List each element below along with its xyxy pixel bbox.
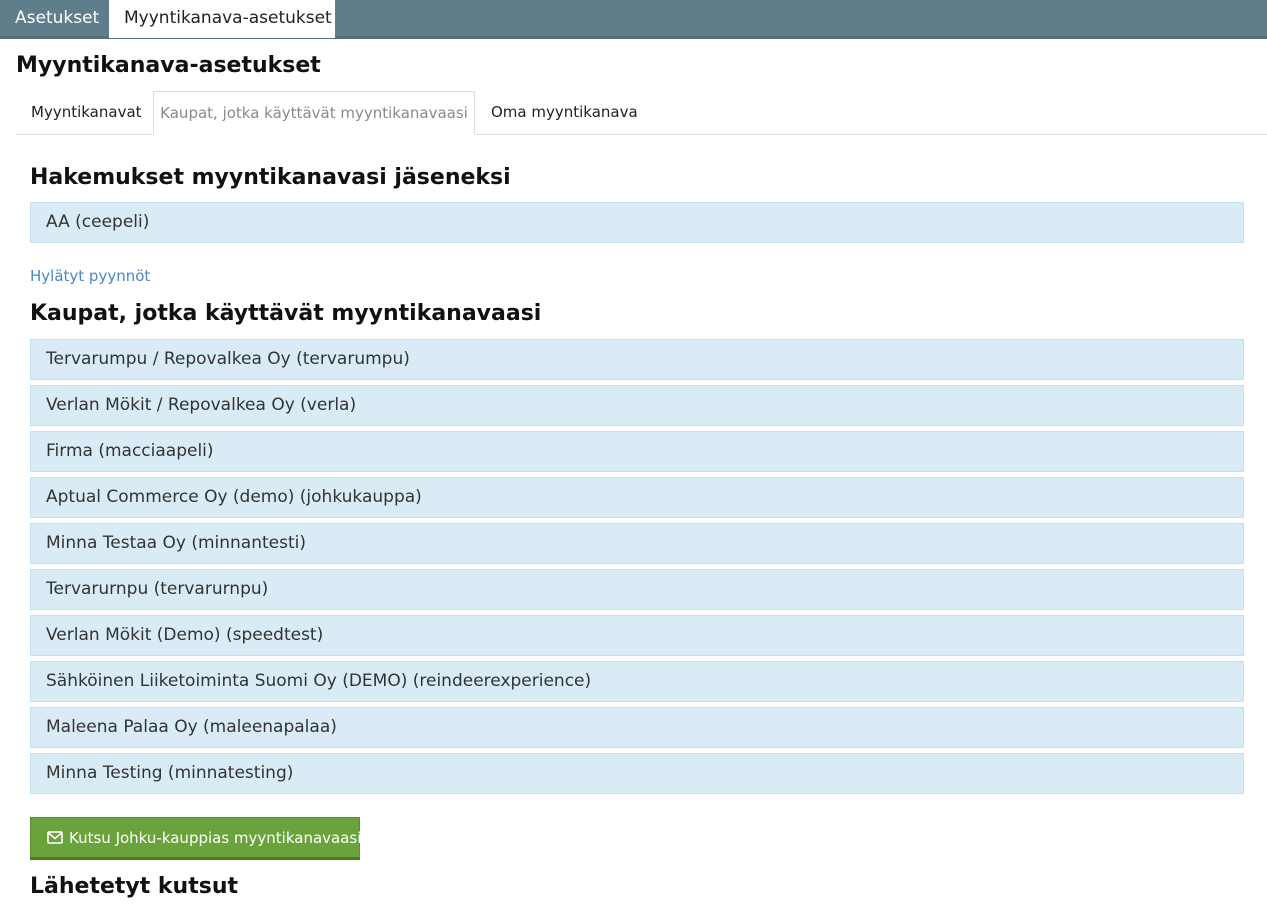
- shop-item[interactable]: Verlan Mökit / Repovalkea Oy (verla): [30, 385, 1244, 426]
- application-item[interactable]: AA (ceepeli): [30, 202, 1244, 243]
- shop-item[interactable]: Sähköinen Liiketoiminta Suomi Oy (DEMO) …: [30, 661, 1244, 702]
- shops-heading: Kaupat, jotka käyttävät myyntikanavaasi: [30, 301, 542, 326]
- tab-oma-myyntikanava[interactable]: Oma myyntikanava: [491, 91, 638, 135]
- tab-myyntikanava-asetukset[interactable]: Myyntikanava-asetukset: [109, 0, 335, 38]
- applications-heading: Hakemukset myyntikanavasi jäseneksi: [30, 165, 511, 190]
- sub-tab-bar: Myyntikanavat Kaupat, jotka käyttävät my…: [16, 91, 1267, 135]
- tab-asetukset[interactable]: Asetukset: [0, 0, 109, 38]
- sent-invites-heading: Lähetetyt kutsut: [30, 874, 239, 899]
- shop-item[interactable]: Firma (macciaapeli): [30, 431, 1244, 472]
- tab-myyntikanavat[interactable]: Myyntikanavat: [31, 91, 142, 135]
- shop-item[interactable]: Minna Testaa Oy (minnantesti): [30, 523, 1244, 564]
- shop-item[interactable]: Aptual Commerce Oy (demo) (johkukauppa): [30, 477, 1244, 518]
- shop-item[interactable]: Minna Testing (minnatesting): [30, 753, 1244, 794]
- page-title: Myyntikanava-asetukset: [16, 53, 321, 78]
- shop-item[interactable]: Tervarurnpu (tervarurnpu): [30, 569, 1244, 610]
- tab-kaupat[interactable]: Kaupat, jotka käyttävät myyntikanavaasi: [153, 91, 475, 135]
- shop-item[interactable]: Maleena Palaa Oy (maleenapalaa): [30, 707, 1244, 748]
- invite-merchant-button[interactable]: Kutsu Johku-kauppias myyntikanavaasi: [30, 817, 362, 860]
- top-tab-bar: Asetukset Myyntikanava-asetukset: [0, 0, 1267, 39]
- rejected-requests-link[interactable]: Hylätyt pyynnöt: [30, 267, 150, 285]
- shop-item[interactable]: Tervarumpu / Repovalkea Oy (tervarumpu): [30, 339, 1244, 380]
- invite-button-label: Kutsu Johku-kauppias myyntikanavaasi: [69, 828, 362, 847]
- shop-item[interactable]: Verlan Mökit (Demo) (speedtest): [30, 615, 1244, 656]
- envelope-icon: [47, 831, 63, 844]
